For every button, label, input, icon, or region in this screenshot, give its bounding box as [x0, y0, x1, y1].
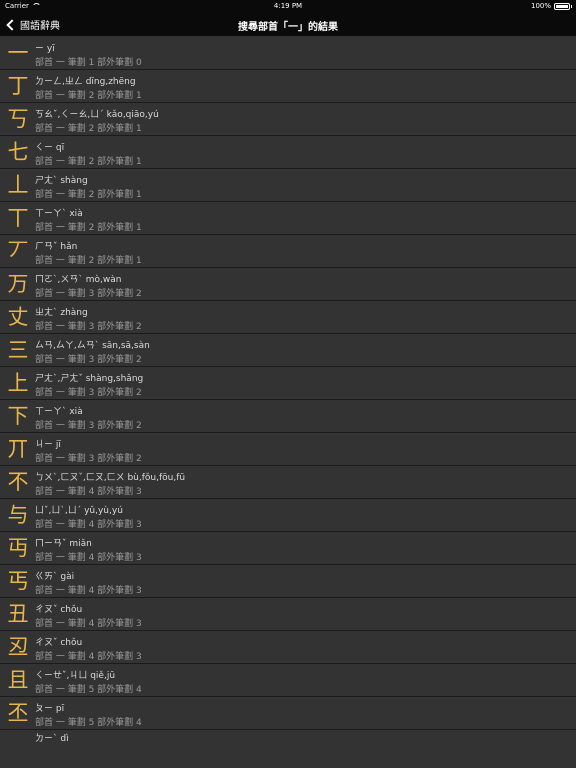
- entry-character: 且: [7, 668, 29, 692]
- list-item[interactable]: 万ㄇㄛˋ,ㄨㄢˋ mò,wàn 部首 一 筆劃 3 部外筆劃 2: [0, 268, 576, 301]
- result-list: 一ㄧ yī 部首 一 筆劃 1 部外筆劃 0 丁ㄉㄧㄥ,ㄓㄥ dīng,zhēng 部…: [0, 37, 576, 744]
- entry-character: 丅: [7, 206, 29, 230]
- entry-reading: ㄓㄤˋ zhàng: [35, 308, 88, 318]
- entry-reading: ㄒㄧㄚˋ xià: [35, 209, 83, 219]
- entry-stroke-info: 部首 一 筆劃 4 部外筆劃 3: [35, 619, 142, 629]
- entry-stroke-info: 部首 一 筆劃 3 部外筆劃 2: [35, 388, 142, 398]
- entry-reading: ㄅㄨˋ,ㄈㄡˇ,ㄈㄡ,ㄈㄨ bù,fǒu,fōu,fū: [35, 473, 186, 483]
- entry-stroke-info: 部首 一 筆劃 2 部外筆劃 1: [35, 124, 142, 134]
- entry-stroke-info: 部首 一 筆劃 3 部外筆劃 2: [35, 421, 142, 431]
- entry-stroke-info: 部首 一 筆劃 1 部外筆劃 0: [35, 58, 142, 68]
- entry-reading: ㄉㄧㄥ,ㄓㄥ dīng,zhēng: [35, 77, 136, 87]
- entry-stroke-info: 部首 一 筆劃 3 部外筆劃 2: [35, 454, 142, 464]
- entry-reading: ㄐㄧ jī: [35, 440, 61, 450]
- list-item[interactable]: 丄ㄕㄤˋ shàng 部首 一 筆劃 2 部外筆劃 1: [0, 169, 576, 202]
- list-item[interactable]: 一ㄧ yī 部首 一 筆劃 1 部外筆劃 0: [0, 37, 576, 70]
- list-item[interactable]: 丁ㄉㄧㄥ,ㄓㄥ dīng,zhēng 部首 一 筆劃 2 部外筆劃 1: [0, 70, 576, 103]
- entry-character: 丑: [7, 602, 29, 626]
- entry-stroke-info: 部首 一 筆劃 2 部外筆劃 1: [35, 223, 142, 233]
- entry-character: 丕: [7, 701, 29, 725]
- entry-stroke-info: 部首 一 筆劃 3 部外筆劃 2: [35, 289, 142, 299]
- entry-stroke-info: 部首 一 筆劃 4 部外筆劃 3: [35, 586, 142, 596]
- navigation-bar: 國語辭典 搜尋部首「一」的結果: [0, 13, 576, 36]
- entry-reading: ㄉㄧˋ dì: [35, 734, 69, 744]
- entry-character: 三: [7, 338, 29, 362]
- entry-reading: ㄔㄡˇ chǒu: [35, 638, 83, 648]
- entry-character: 丁: [7, 74, 29, 98]
- entry-reading: ㄑㄧ qī: [35, 143, 65, 153]
- page-title: 搜尋部首「一」的結果: [238, 22, 338, 33]
- list-item[interactable]: 丐ㄍㄞˋ gài 部首 一 筆劃 4 部外筆劃 3: [0, 565, 576, 598]
- entry-character: 丌: [7, 437, 29, 461]
- entry-stroke-info: 部首 一 筆劃 5 部外筆劃 4: [35, 718, 142, 728]
- entry-stroke-info: 部首 一 筆劃 3 部外筆劃 2: [35, 322, 142, 332]
- entry-character: 丏: [7, 536, 29, 560]
- entry-character: 上: [7, 371, 29, 395]
- entry-reading: ㄇㄧㄢˇ miǎn: [35, 539, 92, 549]
- status-bar: Carrier 4:19 PM 100%: [0, 0, 576, 13]
- list-item[interactable]: 上ㄕㄤˋ,ㄕㄤˇ shàng,shǎng 部首 一 筆劃 3 部外筆劃 2: [0, 367, 576, 400]
- entry-reading: ㄙㄢ,ㄙㄚ,ㄙㄢˋ sān,sā,sàn: [35, 341, 150, 351]
- list-item[interactable]: 且ㄑㄧㄝˇ,ㄐㄩ qiě,jū 部首 一 筆劃 5 部外筆劃 4: [0, 664, 576, 697]
- entry-reading: ㄇㄛˋ,ㄨㄢˋ mò,wàn: [35, 275, 122, 285]
- list-item[interactable]: 丏ㄇㄧㄢˇ miǎn 部首 一 筆劃 4 部外筆劃 3: [0, 532, 576, 565]
- entry-character: 丂: [7, 107, 29, 131]
- entry-reading: ㄩˇ,ㄩˋ,ㄩˊ yǔ,yù,yú: [35, 506, 123, 516]
- entry-character: 丐: [7, 569, 29, 593]
- list-item[interactable]: 与ㄩˇ,ㄩˋ,ㄩˊ yǔ,yù,yú 部首 一 筆劃 4 部外筆劃 3: [0, 499, 576, 532]
- entry-reading: ㄧ yī: [35, 44, 55, 54]
- entry-stroke-info: 部首 一 筆劃 2 部外筆劃 1: [35, 256, 142, 266]
- list-item[interactable]: 丆ㄏㄢˇ hǎn 部首 一 筆劃 2 部外筆劃 1: [0, 235, 576, 268]
- entry-stroke-info: 部首 一 筆劃 5 部外筆劃 4: [35, 685, 142, 695]
- list-item[interactable]: 丕ㄆㄧ pī 部首 一 筆劃 5 部外筆劃 4: [0, 697, 576, 730]
- entry-character: 不: [7, 470, 29, 494]
- list-item[interactable]: 丒ㄔㄡˇ chǒu 部首 一 筆劃 4 部外筆劃 3: [0, 631, 576, 664]
- entry-reading: ㄕㄤˋ shàng: [35, 176, 88, 186]
- entry-character: 万: [7, 272, 29, 296]
- entry-character: 丈: [7, 305, 29, 329]
- list-item[interactable]: 丂ㄎㄠˇ,ㄑㄧㄠ,ㄩˊ kǎo,qiāo,yú 部首 一 筆劃 2 部外筆劃 1: [0, 103, 576, 136]
- list-item[interactable]: 七ㄑㄧ qī 部首 一 筆劃 2 部外筆劃 1: [0, 136, 576, 169]
- entry-stroke-info: 部首 一 筆劃 2 部外筆劃 1: [35, 157, 142, 167]
- entry-reading: ㄒㄧㄚˋ xià: [35, 407, 83, 417]
- entry-stroke-info: 部首 一 筆劃 2 部外筆劃 1: [35, 190, 142, 200]
- list-item[interactable]: ㄉㄧˋ dì: [0, 730, 576, 744]
- entry-reading: ㄆㄧ pī: [35, 704, 65, 714]
- entry-reading: ㄑㄧㄝˇ,ㄐㄩ qiě,jū: [35, 671, 116, 681]
- entry-stroke-info: 部首 一 筆劃 4 部外筆劃 3: [35, 520, 142, 530]
- entry-character: 与: [7, 503, 29, 527]
- list-item[interactable]: 不ㄅㄨˋ,ㄈㄡˇ,ㄈㄡ,ㄈㄨ bù,fǒu,fōu,fū 部首 一 筆劃 4 部外…: [0, 466, 576, 499]
- status-time: 4:19 PM: [273, 2, 303, 10]
- list-item[interactable]: 丅ㄒㄧㄚˋ xià 部首 一 筆劃 2 部外筆劃 1: [0, 202, 576, 235]
- entry-character: 丄: [7, 173, 29, 197]
- entry-stroke-info: 部首 一 筆劃 4 部外筆劃 3: [35, 487, 142, 497]
- entry-reading: ㄕㄤˋ,ㄕㄤˇ shàng,shǎng: [35, 374, 144, 384]
- entry-stroke-info: 部首 一 筆劃 4 部外筆劃 3: [35, 652, 142, 662]
- list-item[interactable]: 丌ㄐㄧ jī 部首 一 筆劃 3 部外筆劃 2: [0, 433, 576, 466]
- entry-stroke-info: 部首 一 筆劃 4 部外筆劃 3: [35, 553, 142, 563]
- entry-character: 七: [7, 140, 29, 164]
- entry-reading: ㄏㄢˇ hǎn: [35, 242, 78, 252]
- entry-character: 下: [7, 404, 29, 428]
- entry-reading: ㄍㄞˋ gài: [35, 572, 75, 582]
- entry-stroke-info: 部首 一 筆劃 3 部外筆劃 2: [35, 355, 142, 365]
- list-item[interactable]: 丑ㄔㄡˇ chǒu 部首 一 筆劃 4 部外筆劃 3: [0, 598, 576, 631]
- entry-character: 丒: [7, 635, 29, 659]
- battery-group: 100%: [530, 2, 572, 10]
- list-item[interactable]: 下ㄒㄧㄚˋ xià 部首 一 筆劃 3 部外筆劃 2: [0, 400, 576, 433]
- list-item[interactable]: 三ㄙㄢ,ㄙㄚ,ㄙㄢˋ sān,sā,sàn 部首 一 筆劃 3 部外筆劃 2: [0, 334, 576, 367]
- entry-character: 丆: [7, 239, 29, 263]
- battery-icon: [554, 2, 572, 10]
- entry-character: 一: [7, 41, 29, 65]
- list-item[interactable]: 丈ㄓㄤˋ zhàng 部首 一 筆劃 3 部外筆劃 2: [0, 301, 576, 334]
- battery-percent: 100%: [530, 2, 551, 10]
- entry-stroke-info: 部首 一 筆劃 2 部外筆劃 1: [35, 91, 142, 101]
- entry-reading: ㄔㄡˇ chǒu: [35, 605, 83, 615]
- entry-reading: ㄎㄠˇ,ㄑㄧㄠ,ㄩˊ kǎo,qiāo,yú: [35, 110, 159, 120]
